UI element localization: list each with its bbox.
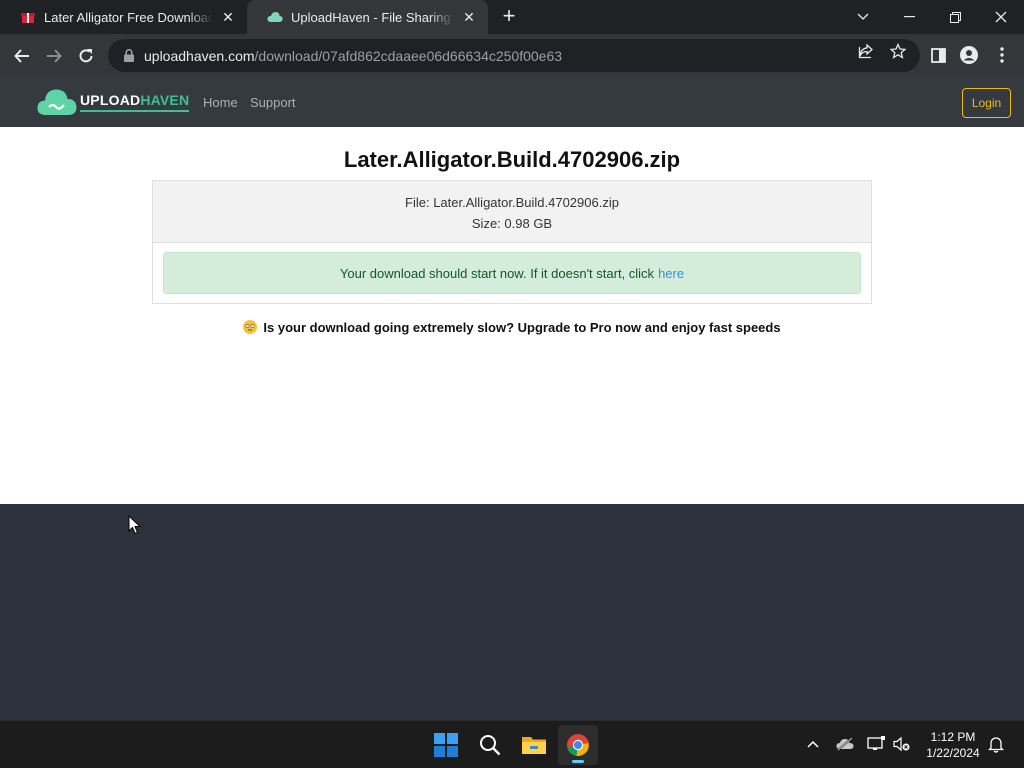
tab-search-icon[interactable] [840,0,886,34]
file-explorer-button[interactable] [514,725,554,765]
browser-tab-strip: Later Alligator Free Download (Build 470… [0,0,1024,34]
download-message: Your download should start now. If it do… [339,265,655,281]
tab-close-icon[interactable]: ✕ [219,8,237,26]
taskbar-search-button[interactable] [470,725,510,765]
nav-home-link[interactable]: Home [203,95,238,110]
browser-tab[interactable]: Later Alligator Free Download (Build 470… [0,0,247,34]
system-clock[interactable]: 1:12 PM 1/22/2024 [918,729,988,761]
upgrade-pro-banner[interactable]: Is your download going extremely slow? U… [0,320,1024,335]
cloud-logo-icon [37,89,77,115]
start-button[interactable] [426,725,466,765]
chrome-icon [567,734,589,757]
nav-support-link[interactable]: Support [250,95,296,110]
file-info-header: File: Later.Alligator.Build.4702906.zip … [153,181,871,243]
tray-overflow-chevron-icon[interactable] [803,734,823,754]
uploadhaven-favicon-icon [267,9,283,25]
file-size-line: Size: 0.98 GB [471,216,553,231]
site-navbar: UPLOADHAVEN Home Support [0,77,1024,127]
file-info-card: File: Later.Alligator.Build.4702906.zip … [152,180,872,304]
lock-icon[interactable] [122,49,136,63]
flushed-face-emoji-icon [243,320,258,334]
share-icon[interactable] [857,42,875,60]
url-text: uploadhaven.com/download/07afd862cdaaee0… [144,47,563,64]
download-status-alert: Your download should start now. If it do… [163,252,861,294]
chrome-taskbar-button[interactable] [558,725,598,765]
address-bar[interactable]: uploadhaven.com/download/07afd862cdaaee0… [108,39,920,72]
uploadhaven-logo[interactable]: UPLOADHAVEN [36,85,190,119]
file-name-line: File: Later.Alligator.Build.4702906.zip [405,195,619,210]
clock-date: 1/22/2024 [926,746,980,760]
page-title: Later.Alligator.Build.4702906.zip [343,147,681,172]
network-monitor-icon[interactable] [866,734,886,754]
restore-icon[interactable] [932,0,978,34]
download-here-link[interactable]: here [658,266,684,281]
notification-bell-icon[interactable] [986,734,1006,754]
minimize-icon[interactable] [886,0,932,34]
windows-taskbar: 1:12 PM 1/22/2024 [0,720,1024,768]
folder-icon [522,737,546,754]
bookmark-star-icon[interactable] [889,42,907,60]
side-panel-icon[interactable] [927,44,949,66]
search-icon [480,735,501,756]
volume-muted-icon[interactable] [892,734,912,754]
tab-title: Later Alligator Free Download (Build 470… [44,9,213,25]
mouse-cursor-icon [128,515,142,535]
tab-title: UploadHaven - File Sharing Made Simple [291,9,454,25]
new-tab-button[interactable]: + [498,5,520,29]
onedrive-cloud-icon[interactable] [835,734,855,754]
back-arrow-icon[interactable] [8,42,36,70]
brand-wordmark: UPLOADHAVEN [80,92,190,112]
upgrade-text: Is your download going extremely slow? U… [263,320,781,335]
reload-icon[interactable] [72,42,100,70]
main-content: Later.Alligator.Build.4702906.zip File: … [0,127,1024,504]
clock-time: 1:12 PM [930,730,976,744]
browser-toolbar: uploadhaven.com/download/07afd862cdaaee0… [0,34,1024,77]
windows-start-icon [434,733,458,757]
active-app-indicator [572,760,584,763]
close-window-icon[interactable] [978,0,1024,34]
browser-tab-active[interactable]: UploadHaven - File Sharing Made Simple ✕ [247,0,488,34]
kebab-menu-icon[interactable] [991,44,1013,66]
gift-favicon-icon [20,9,36,25]
login-button[interactable]: Login [962,88,1011,118]
profile-avatar-icon[interactable] [958,44,980,66]
forward-arrow-icon[interactable] [40,42,68,70]
tab-close-icon[interactable]: ✕ [460,8,478,26]
